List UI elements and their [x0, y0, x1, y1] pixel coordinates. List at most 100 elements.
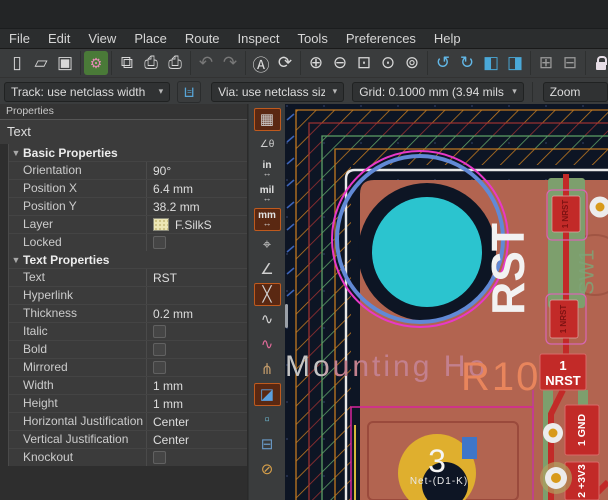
property-value[interactable] [146, 234, 247, 251]
property-value[interactable] [146, 323, 247, 340]
track-width-dropdown[interactable]: Track: use netclass width ▾ [4, 82, 170, 102]
zoom-in-icon[interactable]: ⊕ [304, 51, 328, 75]
chevron-down-icon: ▾ [512, 86, 517, 97]
units-mm-icon[interactable]: mm↔ [254, 208, 281, 231]
save-icon[interactable]: ▣ [53, 51, 77, 75]
toolbar-group: ↺↻◧◨ [428, 51, 531, 75]
cursor-shape-icon[interactable]: ⌖ [254, 233, 281, 256]
ratsnest-toggle-icon[interactable]: ╳ [254, 283, 281, 306]
undo-icon[interactable]: ↶ [194, 51, 218, 75]
pad-nrst-small-2-label: 1 NRST [559, 305, 568, 334]
property-label: Position Y [9, 198, 146, 215]
property-value[interactable] [146, 287, 247, 304]
property-value[interactable]: 90° [146, 162, 247, 179]
property-value[interactable]: 0.2 mm [146, 305, 247, 322]
zoom-value: Zoom [550, 85, 601, 99]
checkbox[interactable] [153, 343, 166, 356]
property-row-thickness: Thickness0.2 mm [9, 304, 247, 322]
auto-track-width-icon[interactable]: ⊔ = [177, 81, 201, 103]
section-title: Text Properties [23, 253, 109, 267]
lock-icon[interactable] [589, 51, 608, 75]
hide-ratsnest-icon[interactable]: ∿ [254, 333, 281, 356]
property-label: Layer [9, 216, 146, 233]
rotate-cw-icon[interactable]: ↻ [455, 51, 479, 75]
group-icon[interactable]: ⊞ [534, 51, 558, 75]
property-label: Width [9, 377, 146, 394]
selected-object-type: Text [0, 120, 247, 144]
flip-vertical-icon[interactable]: ◨ [503, 51, 527, 75]
titlebar [0, 0, 608, 29]
angle-45-icon[interactable]: ∠ [254, 258, 281, 281]
zoom-selection-icon[interactable]: ⊚ [400, 51, 424, 75]
open-board-icon[interactable]: ▱ [29, 51, 53, 75]
menu-place[interactable]: Place [125, 29, 176, 48]
find-icon[interactable]: Ⓐ [249, 51, 273, 75]
refresh-icon[interactable]: ⟳ [273, 51, 297, 75]
print-icon[interactable]: ⎙ [139, 51, 163, 75]
main-toolbar: ▯▱▣⚙⧉⎙⎙↶↷Ⓐ⟳⊕⊖⊡⊙⊚↺↻◧◨⊞⊟ [0, 49, 608, 77]
curved-ratsnest-icon[interactable]: ∿ [254, 308, 281, 331]
menu-inspect[interactable]: Inspect [229, 29, 289, 48]
section-header-text-properties[interactable]: ▼Text Properties [9, 251, 247, 268]
property-value[interactable]: 6.4 mm [146, 180, 247, 197]
board-setup-icon[interactable]: ⚙ [84, 51, 108, 75]
property-value[interactable] [146, 449, 247, 466]
pad-display-mode-icon[interactable]: ⊘ [254, 458, 281, 481]
polar-coords-icon[interactable]: ∠θ [254, 133, 281, 156]
zoom-fit-icon[interactable]: ⊡ [352, 51, 376, 75]
units-inches-icon[interactable]: in↔ [254, 158, 281, 181]
sketch-mode-icon[interactable]: ▫ [254, 408, 281, 431]
canvas-scrollbar-thumb[interactable] [285, 304, 288, 328]
plot-icon[interactable]: ⎙ [163, 51, 187, 75]
property-value[interactable]: Center [146, 413, 247, 430]
mounting-hole [372, 197, 482, 307]
menu-view[interactable]: View [79, 29, 125, 48]
property-label: Locked [9, 234, 146, 251]
toolbar-group: Ⓐ⟳ [246, 51, 301, 75]
property-value[interactable]: RST [146, 269, 247, 286]
zoom-out-icon[interactable]: ⊖ [328, 51, 352, 75]
rotate-ccw-icon[interactable]: ↺ [431, 51, 455, 75]
grid-toggle-icon[interactable]: ▦ [254, 108, 281, 131]
property-value[interactable]: Center [146, 431, 247, 448]
new-board-icon[interactable]: ▯ [5, 51, 29, 75]
menu-edit[interactable]: Edit [39, 29, 79, 48]
grid-dropdown[interactable]: Grid: 0.1000 mm (3.94 mils) ▾ [352, 82, 524, 102]
units-mils-icon[interactable]: mil↔ [254, 183, 281, 206]
menu-preferences[interactable]: Preferences [337, 29, 425, 48]
pad-gnd-label: 1 GND [576, 414, 588, 447]
checkbox[interactable] [153, 451, 166, 464]
property-value[interactable] [146, 341, 247, 358]
via-size-dropdown[interactable]: Via: use netclass sizes ▾ [211, 82, 344, 102]
menu-file[interactable]: File [0, 29, 39, 48]
checkbox[interactable] [153, 325, 166, 338]
menu-help[interactable]: Help [425, 29, 470, 48]
section-header-basic-properties[interactable]: ▼Basic Properties [9, 144, 247, 161]
property-value[interactable]: 1 mm [146, 377, 247, 394]
footprint-outline-mode-icon[interactable]: ⊟ [254, 433, 281, 456]
toolbar-group: ⧉⎙⎙ [112, 51, 191, 75]
property-value[interactable]: 38.2 mm [146, 198, 247, 215]
property-row-orientation: Orientation90° [9, 161, 247, 179]
page-settings-icon[interactable]: ⧉ [115, 51, 139, 75]
checkbox[interactable] [153, 361, 166, 374]
redo-icon[interactable]: ↷ [218, 51, 242, 75]
property-value[interactable] [146, 359, 247, 376]
ref-r10-label: R10 [461, 355, 540, 399]
inactive-layer-mode-icon[interactable]: ◪ [254, 383, 281, 406]
pcb-canvas[interactable]: Mounting Ho R10 RST 3 Net-(D1-K) SW1 [285, 104, 608, 500]
ungroup-icon[interactable]: ⊟ [558, 51, 582, 75]
net-highlight-icon[interactable]: ⋔ [254, 358, 281, 381]
property-label: Horizontal Justification [9, 413, 146, 430]
zoom-dropdown[interactable]: Zoom [543, 82, 608, 102]
menu-route[interactable]: Route [176, 29, 229, 48]
properties-panel: Properties Text ▼Basic PropertiesOrienta… [0, 104, 248, 500]
flip-horizontal-icon[interactable]: ◧ [479, 51, 503, 75]
property-value[interactable]: F.SilkS [146, 216, 247, 233]
property-value[interactable]: 1 mm [146, 395, 247, 412]
checkbox[interactable] [153, 236, 166, 249]
net-label-d1k: Net-(D1-K) [410, 476, 468, 487]
menu-tools[interactable]: Tools [288, 29, 336, 48]
zoom-objects-icon[interactable]: ⊙ [376, 51, 400, 75]
ref-sw1-label: SW1 [576, 249, 599, 295]
